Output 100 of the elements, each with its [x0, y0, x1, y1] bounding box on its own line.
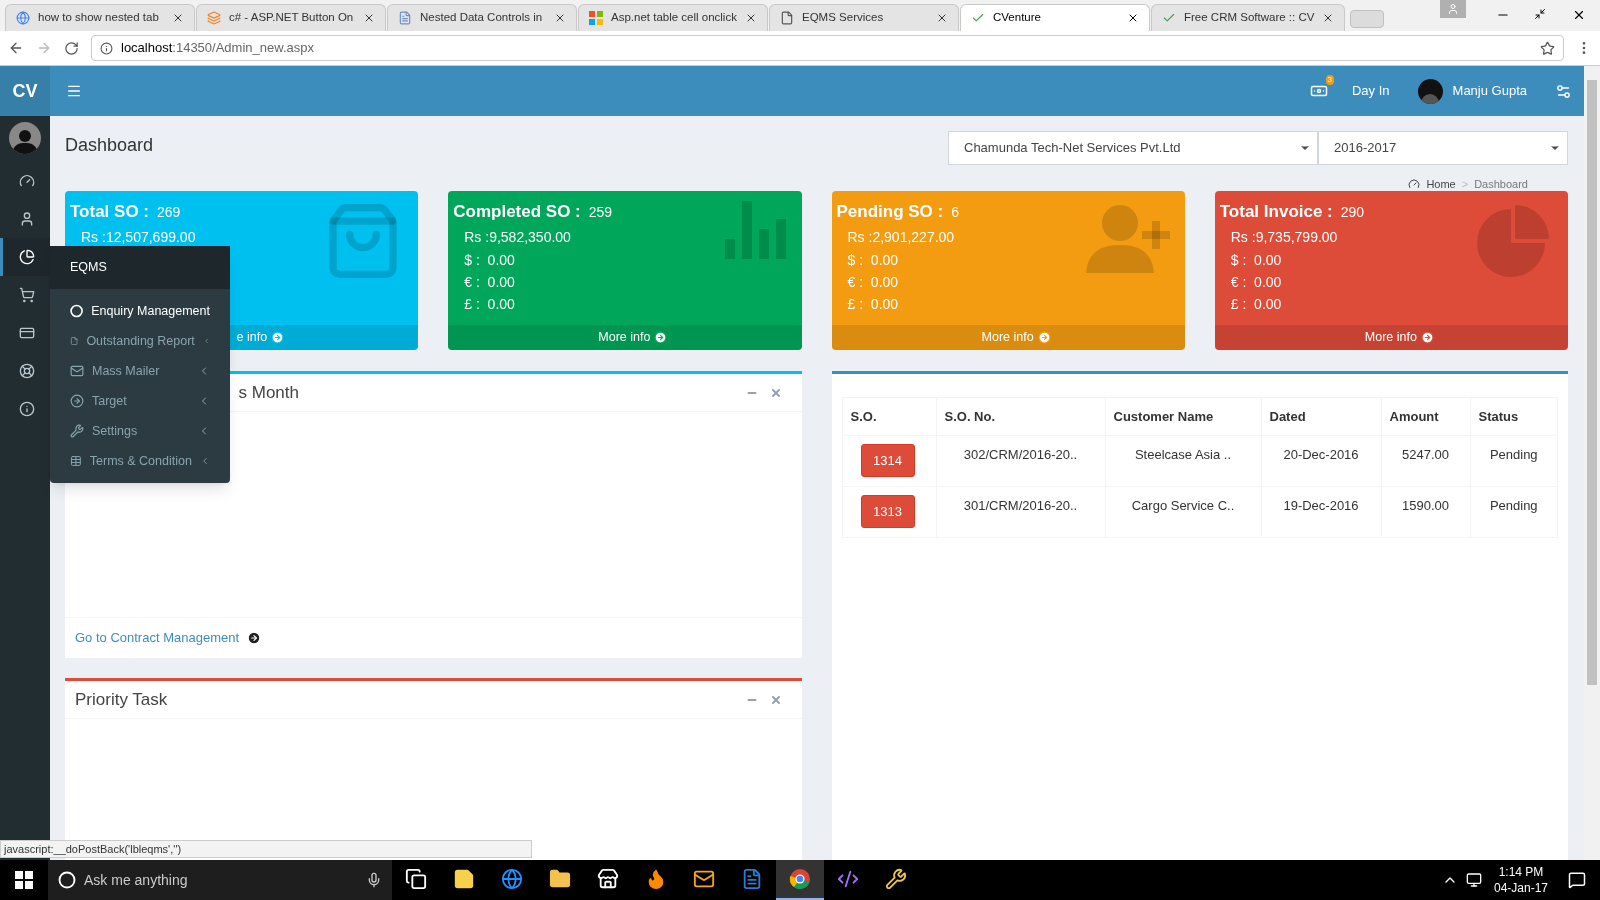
url-text: localhost:14350/Admin_new.aspx — [121, 39, 314, 58]
flyout-title: EQMS — [70, 259, 107, 277]
year-select[interactable]: 2016-2017 — [1318, 131, 1568, 165]
table-cell: 5247.00 — [1381, 435, 1470, 487]
close-icon[interactable] — [745, 12, 757, 24]
menu-item[interactable]: Terms & Condition — [50, 446, 230, 476]
browser-tab[interactable]: Nested Data Controls in — [387, 4, 577, 31]
table-cell: Cargo Service C.. — [1105, 486, 1261, 538]
info-icon — [18, 401, 35, 417]
circle-icon — [70, 304, 84, 318]
more-info-link[interactable]: More info — [1364, 328, 1417, 347]
globe-icon — [16, 11, 30, 25]
user-name[interactable]: Manju Gupta — [1452, 81, 1527, 101]
check-icon — [971, 11, 985, 25]
tab-title: Free CRM Software :: CV — [1184, 10, 1315, 26]
contract-management-link[interactable]: Go to Contract Management — [75, 628, 240, 648]
search-field[interactable]: Ask me anything — [48, 860, 392, 900]
table-cell: 19-Dec-2016 — [1261, 486, 1381, 538]
card-title: Completed SO : — [453, 201, 581, 223]
so-number-button[interactable]: 1314 — [860, 444, 915, 477]
clock[interactable]: 1:14 PM 04-Jan-17 — [1493, 864, 1548, 896]
star-icon[interactable] — [1540, 40, 1555, 56]
card-count: 269 — [157, 203, 181, 222]
file-icon — [70, 334, 79, 348]
card-amount: Rs :9,735,799.00 — [1230, 227, 1339, 247]
breadcrumb-separator: > — [1461, 176, 1469, 192]
browser-tab[interactable]: Asp.net table cell onclick — [578, 4, 768, 31]
restore-icon[interactable] — [1534, 8, 1546, 20]
table-cell: 20-Dec-2016 — [1261, 435, 1381, 487]
taskbar-app[interactable] — [776, 860, 824, 900]
browser-tab[interactable]: how to show nested tab — [5, 4, 195, 31]
cart-icon — [18, 287, 35, 303]
column-header: Customer Name — [1105, 397, 1261, 436]
browser-tab[interactable]: EQMS Services — [769, 4, 959, 31]
address-field[interactable]: localhost:14350/Admin_new.aspx — [91, 35, 1564, 61]
close-icon[interactable] — [172, 12, 184, 24]
card-amount: £ : 0.00 — [847, 294, 900, 314]
task-view-icon — [405, 868, 427, 890]
sticky-note-icon — [453, 868, 475, 890]
more-info-link[interactable]: e info — [236, 328, 268, 347]
scrollbar[interactable] — [1584, 66, 1600, 860]
close-icon[interactable] — [1127, 12, 1139, 24]
browser-tab[interactable]: CVenture — [960, 4, 1150, 31]
reload-icon[interactable] — [64, 40, 79, 56]
browser-tab[interactable]: c# - ASP.NET Button On — [196, 4, 386, 31]
store-icon — [597, 868, 619, 890]
tab-title: c# - ASP.NET Button On — [229, 10, 355, 26]
app-logo[interactable]: CV — [0, 66, 50, 116]
envelope-icon — [70, 364, 84, 378]
column-header: Status — [1470, 397, 1558, 436]
panel-title: Priority Task — [75, 688, 168, 711]
table-cell: 1590.00 — [1381, 486, 1470, 538]
mic-icon[interactable] — [366, 872, 382, 888]
column-header: S.O. — [842, 397, 936, 436]
credit-card-icon — [18, 325, 35, 341]
network-icon[interactable] — [1465, 872, 1482, 888]
so-number-button[interactable]: 1313 — [860, 495, 915, 528]
tab-title: Nested Data Controls in — [420, 10, 544, 26]
more-info-link[interactable]: More info — [981, 328, 1034, 347]
close-icon[interactable] — [554, 12, 566, 24]
table-cell: Pending — [1470, 486, 1558, 538]
card-amount: € : 0.00 — [464, 272, 516, 292]
close-icon[interactable] — [1572, 8, 1586, 22]
card-amount: £ : 0.00 — [464, 294, 516, 314]
pie-chart-icon — [18, 249, 35, 265]
menu-item[interactable]: Settings — [50, 416, 230, 446]
file-icon — [780, 11, 794, 25]
table-cell: Pending — [1470, 435, 1558, 487]
company-value: Chamunda Tech-Net Services Pvt.Ltd — [964, 139, 1182, 158]
more-info-link[interactable]: More info — [598, 328, 651, 347]
table-icon — [70, 454, 82, 468]
browser-tab[interactable]: Free CRM Software :: CV — [1151, 4, 1346, 31]
sidebar-item[interactable] — [0, 238, 50, 276]
document-icon — [741, 868, 763, 890]
avatar[interactable] — [1417, 78, 1443, 104]
menu-item[interactable]: Target — [50, 386, 230, 416]
company-select[interactable]: Chamunda Tech-Net Services Pvt.Ltd — [948, 131, 1318, 165]
chrome-icon — [789, 868, 811, 890]
menu-icon[interactable] — [66, 83, 82, 99]
card-amount: € : 0.00 — [1230, 272, 1283, 292]
page-title: Dashboard — [65, 134, 154, 157]
layers-icon — [207, 11, 221, 25]
menu-item[interactable]: Enquiry Management — [50, 296, 230, 326]
notifications-icon[interactable] — [1568, 871, 1586, 889]
browser-icon — [501, 868, 523, 890]
windows-logo-icon[interactable] — [15, 871, 33, 889]
tab-title: how to show nested tab — [38, 10, 160, 26]
close-icon[interactable] — [936, 12, 948, 24]
menu-item[interactable]: Mass Mailer — [50, 356, 230, 386]
table-cell: 302/CRM/2016-20.. — [936, 435, 1105, 487]
settings-icon[interactable] — [1555, 82, 1572, 100]
back-icon[interactable] — [8, 40, 24, 56]
column-header: Amount — [1381, 397, 1470, 436]
breadcrumb-item[interactable]: Home — [1426, 175, 1456, 193]
day-in-link[interactable]: Day In — [1352, 81, 1390, 101]
column-header: Dated — [1261, 397, 1381, 436]
card-amount: Rs :9,582,350.00 — [464, 227, 572, 247]
close-icon[interactable] — [363, 12, 375, 24]
menu-item[interactable]: Outstanding Report — [50, 326, 230, 356]
table-cell: Steelcase Asia .. — [1105, 435, 1261, 487]
